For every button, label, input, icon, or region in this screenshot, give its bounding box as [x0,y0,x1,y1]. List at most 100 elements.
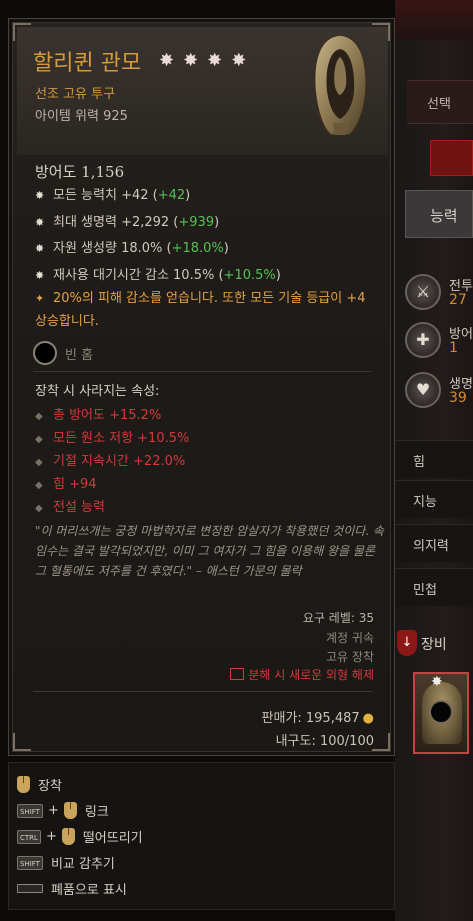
item-power: 아이템 위력 925 [35,109,128,124]
affix-bonus: +42 [157,188,186,203]
diamond-bullet-icon: ◆ [35,411,43,422]
attribute-dexterity[interactable]: 민첩 [395,568,473,606]
helm-icon [313,34,367,136]
stat-life[interactable]: ♥ 생명 39 [405,372,473,412]
crossed-swords-icon: ⚔ [405,274,441,310]
hint-mark-junk-label: 폐품으로 표시 [51,883,127,898]
affix-text: 모든 능력치 +42 ( [53,188,158,203]
gold-coin-icon: ● [362,711,374,726]
affix-bonus: +18.0% [171,241,224,256]
lost-stat: ◆ 기절 지속시간 +22.0% [35,450,185,469]
helm-equipment-slot[interactable]: ✸ [413,672,469,754]
left-mouse-icon [61,828,75,845]
affix-bonus: +10.5% [223,268,276,283]
hint-equip-label: 장착 [38,779,62,794]
flavor-text: "이 머리쓰개는 궁정 마법학자로 변장한 암살자가 착용했던 것이다. 속임수… [35,524,384,578]
affix-bonus: +939 [178,215,215,230]
key-hints: 장착 SHIFT + 링크 CTRL + 떨어뜨리기 SHIFT 비교 감추기 폐품으로 … [8,762,395,910]
affix-bullet-icon: ✸ [35,216,45,229]
lost-stat-text: 힘 +94 [53,477,97,492]
equipment-label: 장비 [421,637,447,653]
affix-close: ) [185,188,191,203]
item-type: 선조 고유 투구 [35,87,116,102]
unique-bullet-icon: ✦ [35,292,45,305]
item-name: 할리퀸 관모 [33,51,142,76]
salvage-note-text: 분해 시 새로운 외형 해제 [248,668,374,682]
hint-hide-compare-label: 비교 감추기 [50,857,115,872]
affix-cooldown-reduction: ✸ 재사용 대기시간 감소 10.5% (+10.5%) [35,264,281,283]
frame-corner [372,733,390,751]
diamond-bullet-icon: ◆ [35,503,43,514]
attribute-intelligence[interactable]: 지능 [395,480,473,518]
ancestral-star-icon: ✸ [431,674,443,690]
affix-close: ) [214,215,220,230]
hint-mark-junk[interactable]: 폐품으로 표시 [17,879,127,901]
affix-close: ) [275,268,281,283]
select-button[interactable]: 선택 [407,80,473,124]
lost-stat-text: 모든 원소 저항 +10.5% [53,431,190,446]
affix-close: ) [223,241,229,256]
unique-equipped: 고유 장착 [326,650,374,664]
spacebar-key-icon [17,884,43,893]
lost-stat: ◆ 모든 원소 저항 +10.5% [35,427,189,446]
attribute-dexterity-label: 민첩 [413,583,437,598]
hint-equip[interactable]: 장착 [17,775,62,797]
left-mouse-icon [63,802,77,819]
account-bound: 계정 귀속 [326,631,374,645]
tab-abilities[interactable]: 능력 [405,190,473,238]
shield-icon: ✚ [405,322,441,358]
select-label: 선택 [427,97,451,112]
diamond-bullet-icon: ◆ [35,434,43,445]
divider [33,691,372,692]
lost-stat: ◆ 전설 능력 [35,496,105,515]
shift-key-icon: SHIFT [17,803,43,818]
red-action-button[interactable] [430,140,473,176]
sell-value-text: 판매가: 195,487 [261,711,360,726]
affix-text: 최대 생명력 +2,292 ( [53,215,179,230]
affix-bullet-icon: ✸ [35,269,45,282]
stat-defense[interactable]: ✚ 방어 1 [405,322,473,362]
lost-stats-header: 장착 시 사라지는 속성: [35,384,160,399]
affix-bullet-icon: ✸ [35,189,45,202]
sell-value: 판매가: 195,487 ● [262,707,375,726]
hint-drop[interactable]: CTRL + 떨어뜨리기 [17,827,143,849]
equipment-header: ↓ 장비 [395,626,473,662]
affix-bullet-icon: ✸ [35,242,45,255]
socket-icon [33,341,57,365]
character-panel: 선택 능력 ⚔ 전투 27 ✚ 방어 1 ♥ 생명 39 힘 지능 의지력 민첩… [395,0,473,921]
affix-text: 자원 생성량 18.0% ( [53,241,172,256]
attribute-strength[interactable]: 힘 [395,440,473,478]
lost-stat-text: 기절 지속시간 +22.0% [53,454,186,469]
affix-all-stats: ✸ 모든 능력치 +42 (+42) [35,184,190,203]
down-arrow-icon: ↓ [397,630,417,656]
ancestral-star-icons: ✸✸✸✸ [159,50,256,71]
socket-icon [429,700,453,724]
stat-life-value: 39 [449,390,467,406]
unique-effect: ✦ 20%의 피해 감소를 얻습니다. 또한 모든 기술 등급이 +4 상승합니다… [35,287,375,333]
frame-corner [13,733,31,751]
hint-link-label: 링크 [84,805,109,820]
stat-offense-value: 27 [449,292,467,308]
plus-icon: + [45,829,57,844]
attribute-strength-label: 힘 [413,455,425,470]
affix-text: 재사용 대기시간 감소 10.5% ( [53,268,224,283]
lost-stat: ◆ 총 방어도 +15.2% [35,404,161,423]
item-tooltip: 할리퀸 관모 ✸✸✸✸ 선조 고유 투구 아이템 위력 925 방어도 1,15… [8,18,395,756]
diamond-bullet-icon: ◆ [35,480,43,491]
diamond-bullet-icon: ◆ [35,457,43,468]
hint-link[interactable]: SHIFT + 링크 [17,801,109,823]
affix-max-life: ✸ 최대 생명력 +2,292 (+939) [35,211,219,230]
affix-resource-generation: ✸ 자원 생성량 18.0% (+18.0%) [35,237,229,256]
hint-hide-compare[interactable]: SHIFT 비교 감추기 [17,853,115,875]
attribute-intelligence-label: 지능 [413,495,437,510]
armor-value: 방어도 1,156 [35,163,125,181]
panel-header-decor [395,0,473,40]
stat-defense-value: 1 [449,340,458,356]
stat-offense[interactable]: ⚔ 전투 27 [405,274,473,314]
shift-key-icon: SHIFT [17,855,43,870]
heart-icon: ♥ [405,372,441,408]
attribute-willpower[interactable]: 의지력 [395,524,473,562]
lost-stat-text: 총 방어도 +15.2% [53,408,162,423]
lost-stat-text: 전설 능력 [53,500,105,515]
tab-abilities-label: 능력 [430,207,458,225]
